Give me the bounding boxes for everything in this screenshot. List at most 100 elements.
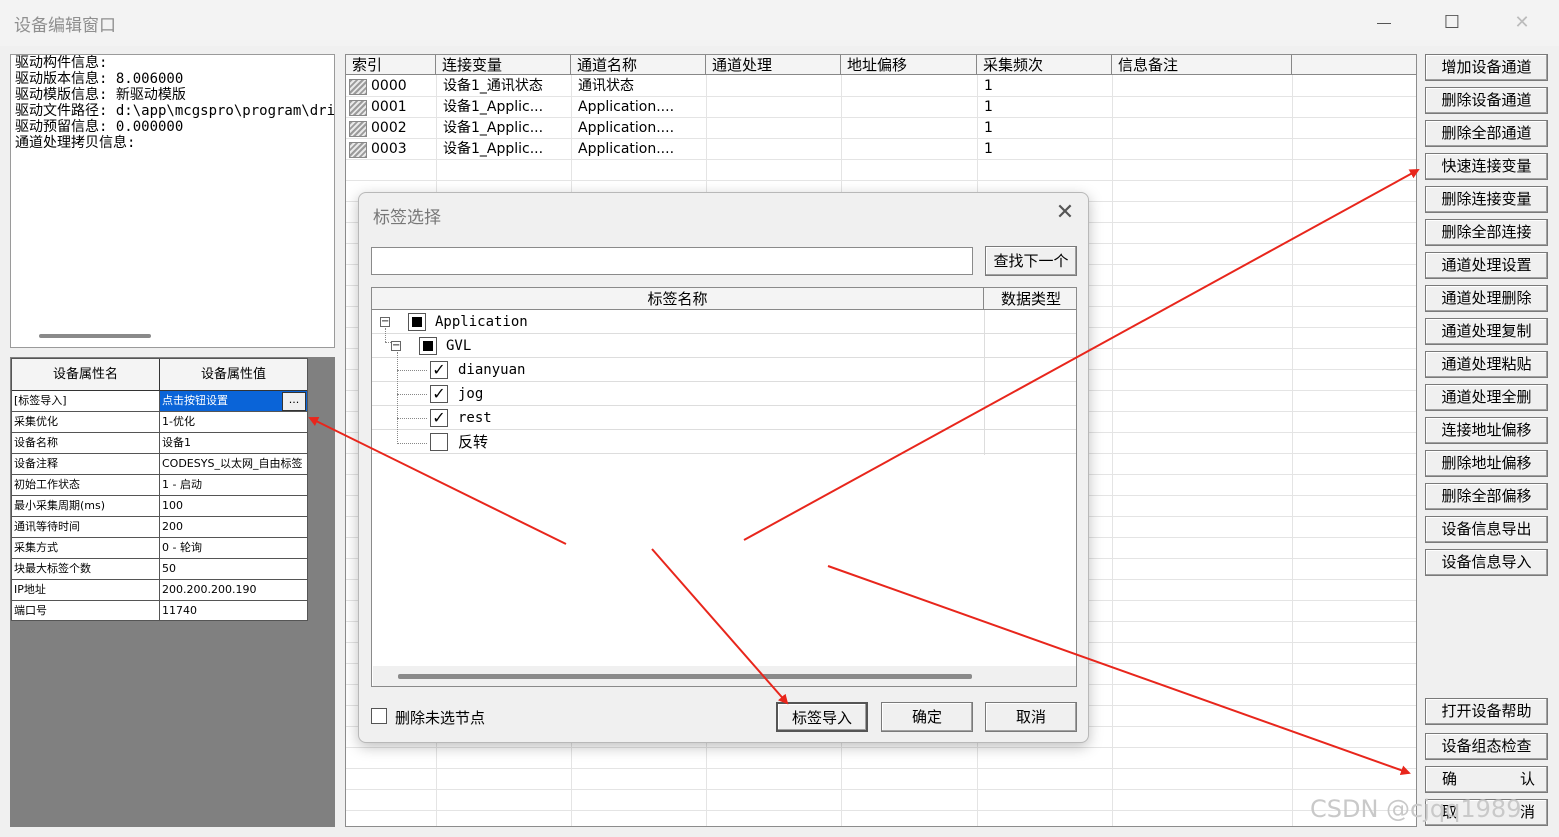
tag-import-browse-button[interactable]: ...: [282, 392, 306, 411]
prop-row[interactable]: 通讯等待时间 200: [12, 517, 307, 538]
prop-value[interactable]: 1-优化: [160, 412, 307, 432]
grid-header-frequency[interactable]: 采集频次: [977, 55, 1112, 75]
window-close-button[interactable]: ✕: [1502, 8, 1542, 38]
tree-row[interactable]: [372, 334, 1076, 358]
grid-header-index[interactable]: 索引: [346, 55, 436, 75]
collapse-icon[interactable]: −: [391, 341, 401, 351]
grid-cell-channel[interactable]: Application....: [573, 97, 706, 118]
quick-connect-variable-button[interactable]: 快速连接变量: [1425, 153, 1548, 180]
grid-header-remarks[interactable]: 信息备注: [1112, 55, 1292, 75]
grid-cell-index[interactable]: 0001: [366, 97, 436, 118]
grid-cell-channel[interactable]: 通讯状态: [573, 76, 706, 97]
tree-connector: [397, 352, 398, 444]
prop-value[interactable]: 11740: [160, 601, 307, 621]
tree-connector: [385, 328, 386, 342]
collapse-icon[interactable]: −: [380, 317, 390, 327]
delete-all-offsets-button[interactable]: 删除全部偏移: [1425, 483, 1548, 510]
info-line: 驱动构件信息:: [15, 55, 108, 71]
delete-address-offset-button[interactable]: 删除地址偏移: [1425, 450, 1548, 477]
grid-header-processing[interactable]: 通道处理: [706, 55, 841, 75]
info-horizontal-scrollbar[interactable]: [39, 334, 151, 338]
tag-tree[interactable]: 标签名称 数据类型 − Application − GVL ✓ dianyuan…: [371, 287, 1077, 687]
grid-cell-index[interactable]: 0000: [366, 76, 436, 97]
prop-name: 块最大标签个数: [12, 559, 160, 579]
connect-address-offset-button[interactable]: 连接地址偏移: [1425, 417, 1548, 444]
tag-import-button[interactable]: 标签导入: [776, 702, 868, 732]
prop-row[interactable]: 块最大标签个数 50: [12, 559, 307, 580]
grid-cell-variable[interactable]: 设备1_Applic...: [438, 139, 571, 160]
prop-row[interactable]: 最小采集周期(ms) 100: [12, 496, 307, 517]
checkbox-checked-icon[interactable]: ✓: [430, 409, 448, 427]
delete-all-connections-button[interactable]: 删除全部连接: [1425, 219, 1548, 246]
prop-value[interactable]: 200.200.200.190: [160, 580, 307, 600]
prop-value[interactable]: CODESYS_以太网_自由标签: [160, 454, 307, 474]
grid-cell-index[interactable]: 0002: [366, 118, 436, 139]
grid-cell-channel[interactable]: Application....: [573, 118, 706, 139]
dialog-close-button[interactable]: ✕: [1051, 199, 1079, 227]
tag-search-input[interactable]: [371, 247, 973, 275]
prop-value[interactable]: 200: [160, 517, 307, 537]
grid-cell-frequency[interactable]: 1: [979, 118, 1112, 139]
grid-cell-frequency[interactable]: 1: [979, 139, 1112, 160]
grid-header-channel-name[interactable]: 通道名称: [571, 55, 706, 75]
grid-header-address-offset[interactable]: 地址偏移: [841, 55, 977, 75]
delete-unselected-checkbox[interactable]: [371, 708, 387, 724]
prop-value[interactable]: 1 - 启动: [160, 475, 307, 495]
tree-label: Application: [435, 314, 528, 330]
prop-row[interactable]: 初始工作状态 1 - 启动: [12, 475, 307, 496]
checkbox-checked-icon[interactable]: ✓: [430, 385, 448, 403]
prop-row[interactable]: 设备注释 CODESYS_以太网_自由标签: [12, 454, 307, 475]
grid-header-variable[interactable]: 连接变量: [436, 55, 571, 75]
prop-value[interactable]: 50: [160, 559, 307, 579]
partial-check-icon[interactable]: [408, 313, 426, 331]
dialog-cancel-button[interactable]: 取消: [985, 702, 1077, 732]
tree-header-name[interactable]: 标签名称: [372, 288, 984, 310]
prop-value[interactable]: 100: [160, 496, 307, 516]
channel-processing-paste-button[interactable]: 通道处理粘贴: [1425, 351, 1548, 378]
grid-cell-variable[interactable]: 设备1_Applic...: [438, 97, 571, 118]
grid-row-line: [346, 747, 1416, 748]
prop-row[interactable]: IP地址 200.200.200.190: [12, 580, 307, 601]
grid-cell-index[interactable]: 0003: [366, 139, 436, 160]
open-device-help-button[interactable]: 打开设备帮助: [1425, 698, 1548, 725]
checkbox-unchecked-icon[interactable]: [430, 433, 448, 451]
prop-value[interactable]: 0 - 轮询: [160, 538, 307, 558]
dialog-ok-button[interactable]: 确定: [881, 702, 973, 732]
grid-cell-channel[interactable]: Application....: [573, 139, 706, 160]
prop-row[interactable]: 端口号 11740: [12, 601, 307, 622]
prop-row[interactable]: 采集方式 0 - 轮询: [12, 538, 307, 559]
prop-row[interactable]: 采集优化 1-优化: [12, 412, 307, 433]
delete-channel-button[interactable]: 删除设备通道: [1425, 87, 1548, 114]
delete-all-channels-button[interactable]: 删除全部通道: [1425, 120, 1548, 147]
add-channel-button[interactable]: 增加设备通道: [1425, 54, 1548, 81]
channel-processing-copy-button[interactable]: 通道处理复制: [1425, 318, 1548, 345]
info-line: 驱动版本信息: 8.006000: [15, 71, 184, 87]
window-title: 设备编辑窗口: [14, 16, 116, 36]
prop-row[interactable]: 设备名称 设备1: [12, 433, 307, 454]
driver-info-panel[interactable]: 驱动构件信息: 驱动版本信息: 8.006000 驱动模版信息: 新驱动模版 驱…: [10, 54, 335, 348]
main-ok-button[interactable]: 确 认: [1425, 766, 1548, 793]
device-config-check-button[interactable]: 设备组态检查: [1425, 733, 1548, 760]
channel-processing-settings-button[interactable]: 通道处理设置: [1425, 252, 1548, 279]
partial-check-icon[interactable]: [419, 337, 437, 355]
maximize-button[interactable]: ☐: [1432, 8, 1472, 38]
device-properties-table: 设备属性名 设备属性值 [标签导入] 点击按钮设置 ... 采集优化 1-优化 设…: [11, 358, 308, 621]
prop-row[interactable]: [标签导入] 点击按钮设置: [12, 391, 307, 412]
prop-value[interactable]: 设备1: [160, 433, 307, 453]
find-next-button[interactable]: 查找下一个: [985, 246, 1077, 276]
close-icon: ✕: [1055, 200, 1075, 225]
minimize-button[interactable]: [1364, 8, 1404, 38]
channel-processing-delete-button[interactable]: 通道处理删除: [1425, 285, 1548, 312]
export-device-info-button[interactable]: 设备信息导出: [1425, 516, 1548, 543]
channel-processing-delete-all-button[interactable]: 通道处理全删: [1425, 384, 1548, 411]
grid-cell-frequency[interactable]: 1: [979, 97, 1112, 118]
grid-cell-frequency[interactable]: 1: [979, 76, 1112, 97]
grid-cell-variable[interactable]: 设备1_Applic...: [438, 118, 571, 139]
tree-header-type[interactable]: 数据类型: [984, 288, 1076, 310]
tree-horizontal-scrollbar[interactable]: [398, 674, 972, 679]
delete-connection-button[interactable]: 删除连接变量: [1425, 186, 1548, 213]
import-device-info-button[interactable]: 设备信息导入: [1425, 549, 1548, 576]
prop-name: IP地址: [12, 580, 160, 600]
grid-cell-variable[interactable]: 设备1_通讯状态: [438, 76, 571, 97]
checkbox-checked-icon[interactable]: ✓: [430, 361, 448, 379]
